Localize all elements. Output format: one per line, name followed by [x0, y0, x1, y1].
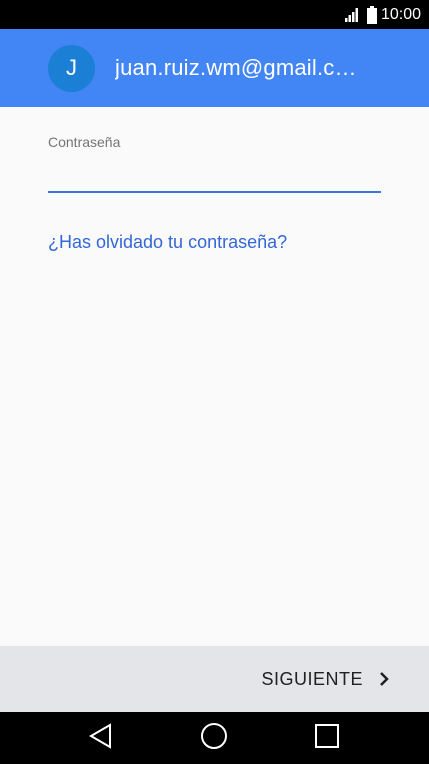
password-field[interactable]: [48, 161, 381, 193]
back-button[interactable]: [71, 712, 131, 764]
home-icon: [200, 722, 228, 754]
recents-button[interactable]: [297, 712, 357, 764]
battery-icon: [366, 5, 377, 24]
system-nav-bar: [0, 712, 429, 764]
avatar: J: [48, 44, 95, 92]
status-time: 10:00: [380, 5, 421, 23]
account-header: J juan.ruiz.wm@gmail.c…: [0, 29, 429, 107]
back-icon: [88, 723, 114, 753]
status-bar: 10:00: [0, 0, 429, 29]
next-button-label: SIGUIENTE: [261, 668, 363, 689]
forgot-password-link[interactable]: ¿Has olvidado tu contraseña?: [48, 232, 287, 253]
signal-icon: [344, 7, 361, 22]
bottom-action-bar: SIGUIENTE: [0, 646, 429, 712]
password-label: Contraseña: [48, 134, 121, 150]
account-email: juan.ruiz.wm@gmail.c…: [115, 55, 357, 80]
chevron-right-icon: [379, 671, 389, 687]
next-button[interactable]: SIGUIENTE: [261, 662, 389, 696]
home-button[interactable]: [184, 712, 244, 764]
recents-icon: [314, 723, 340, 753]
sign-in-form: Contraseña ¿Has olvidado tu contraseña?: [0, 107, 429, 646]
